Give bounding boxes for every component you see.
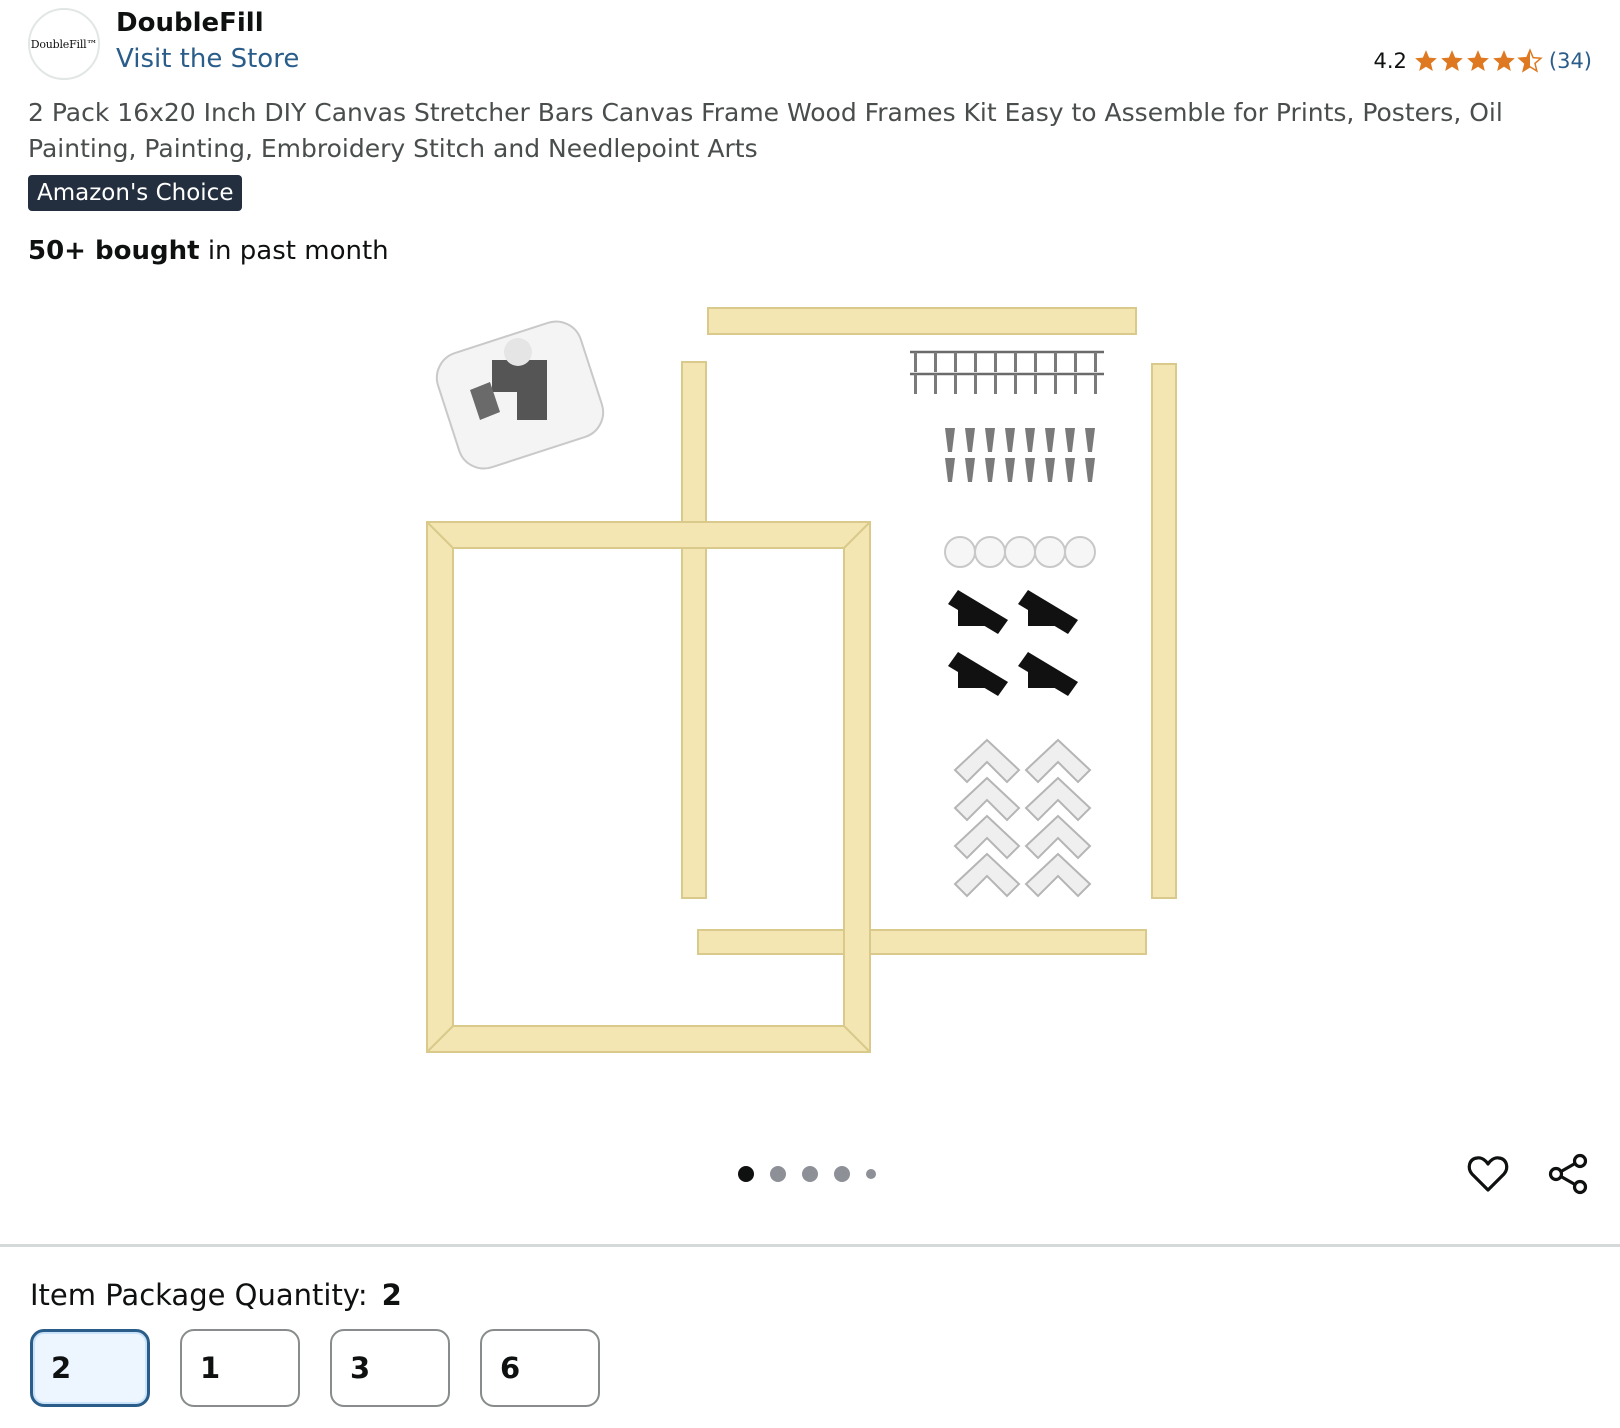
image-carousel-dots xyxy=(738,1166,876,1182)
quantity-options: 2 1 3 6 xyxy=(30,1329,600,1407)
quantity-option-3[interactable]: 3 xyxy=(330,1329,450,1407)
product-image[interactable] xyxy=(400,290,1220,1090)
quantity-option-1[interactable]: 1 xyxy=(180,1329,300,1407)
amazons-choice-badge[interactable]: Amazon's Choice xyxy=(28,175,243,211)
quantity-selected-value: 2 xyxy=(381,1278,402,1312)
star-icon xyxy=(1493,50,1515,71)
quantity-label-text: Item Package Quantity: xyxy=(30,1278,368,1312)
product-title: 2 Pack 16x20 Inch DIY Canvas Stretcher B… xyxy=(28,98,1503,163)
brand-name: DoubleFill xyxy=(116,8,264,38)
quantity-option-2[interactable]: 2 xyxy=(30,1329,150,1407)
carousel-dot[interactable] xyxy=(834,1166,850,1182)
star-rating xyxy=(1413,48,1543,74)
rating-summary[interactable]: 4.2 (34) xyxy=(1373,48,1592,74)
heart-icon[interactable] xyxy=(1466,1152,1510,1196)
store-logo-text: DoubleFill™ xyxy=(30,37,98,51)
review-count-link[interactable]: (34) xyxy=(1549,49,1592,73)
share-icon[interactable] xyxy=(1546,1152,1590,1196)
star-icon xyxy=(1415,50,1437,71)
bought-count-bold: 50+ bought xyxy=(28,236,200,266)
carousel-dot[interactable] xyxy=(866,1169,876,1179)
section-divider xyxy=(0,1244,1620,1247)
store-header: DoubleFill™ DoubleFill Visit the Store 4… xyxy=(0,0,1620,90)
quantity-option-6[interactable]: 6 xyxy=(480,1329,600,1407)
visit-store-link[interactable]: Visit the Store xyxy=(116,44,299,74)
quantity-label: Item Package Quantity: 2 xyxy=(30,1278,402,1312)
store-logo[interactable]: DoubleFill™ xyxy=(28,8,100,80)
half-star-icon xyxy=(1517,48,1543,73)
carousel-dot[interactable] xyxy=(738,1166,754,1182)
star-icon xyxy=(1467,50,1489,71)
star-icon xyxy=(1441,50,1463,71)
bought-count-rest: in past month xyxy=(199,236,389,266)
carousel-dot[interactable] xyxy=(770,1166,786,1182)
bought-count: 50+ bought in past month xyxy=(28,236,389,266)
rating-value: 4.2 xyxy=(1373,49,1407,73)
carousel-dot[interactable] xyxy=(802,1166,818,1182)
